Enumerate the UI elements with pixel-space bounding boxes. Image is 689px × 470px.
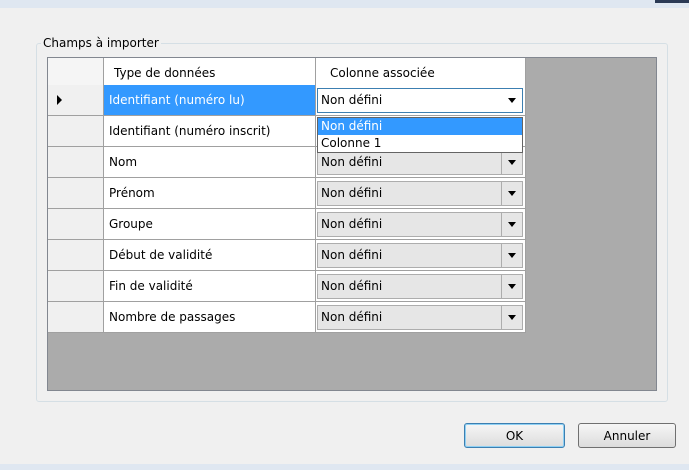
column-cell[interactable]: Non défini [316,240,526,271]
group-label: Champs à importer [43,36,159,50]
column-dropdown-list[interactable]: Non défini Colonne 1 [317,117,523,153]
combobox-value: Non défini [321,186,383,200]
chevron-down-icon [508,283,516,289]
column-cell[interactable]: Non défini [316,271,526,302]
column-combobox[interactable]: Non défini [317,273,523,299]
grid-row[interactable]: Fin de validité Non défini [48,271,526,302]
grid-row[interactable]: Début de validité Non défini [48,240,526,271]
type-cell[interactable]: Identifiant (numéro lu) [104,85,316,116]
grid-row[interactable]: Groupe Non défini [48,209,526,240]
chevron-down-icon [508,252,516,258]
combobox-button[interactable] [501,212,522,236]
row-header[interactable] [48,240,104,271]
combobox-button[interactable] [502,89,522,112]
combobox-value: Non défini [321,310,383,324]
chevron-down-icon [508,221,516,227]
column-combobox[interactable]: Non défini [317,211,523,237]
type-cell[interactable]: Groupe [104,209,316,240]
cancel-button[interactable]: Annuler [578,423,676,448]
grid-row[interactable]: Identifiant (numéro lu) Non défini [48,85,526,116]
combobox-button[interactable] [501,305,522,329]
type-cell[interactable]: Identifiant (numéro inscrit) [104,116,316,147]
column-cell[interactable]: Non défini [316,85,526,116]
chevron-down-icon [508,97,516,103]
column-cell[interactable]: Non défini [316,178,526,209]
column-combobox[interactable]: Non défini [317,304,523,330]
row-header[interactable] [48,147,104,178]
column-combobox[interactable]: Non défini [317,87,523,113]
type-cell[interactable]: Prénom [104,178,316,209]
combobox-value: Non défini [321,248,383,262]
dropdown-option[interactable]: Non défini [318,118,522,135]
column-combobox[interactable]: Non défini [317,180,523,206]
type-cell[interactable]: Nombre de passages [104,302,316,333]
window-top-edge [0,0,689,8]
window-bottom-edge [0,464,689,470]
row-header[interactable] [48,271,104,302]
combobox-button[interactable] [501,274,522,298]
type-cell[interactable]: Début de validité [104,240,316,271]
fields-grid[interactable]: Type de données Colonne associée Identif… [47,57,657,391]
combobox-value: Non défini [321,279,383,293]
column-combobox[interactable]: Non défini [317,242,523,268]
combobox-value: Non défini [321,93,383,107]
row-header[interactable] [48,302,104,333]
grid-row[interactable]: Nombre de passages Non défini [48,302,526,333]
combobox-value: Non défini [321,155,383,169]
ok-button[interactable]: OK [464,423,565,448]
current-row-arrow-icon [57,95,62,105]
combobox-button[interactable] [501,181,522,205]
chevron-down-icon [508,159,516,165]
combobox-button[interactable] [501,243,522,267]
column-cell[interactable]: Non défini [316,302,526,333]
row-header[interactable] [48,116,104,147]
combobox-value: Non défini [321,217,383,231]
row-header[interactable] [48,209,104,240]
row-header[interactable] [48,85,104,116]
window-edge-mark [655,0,689,3]
combobox-button[interactable] [501,150,522,174]
column-cell[interactable]: Non défini [316,209,526,240]
type-cell[interactable]: Fin de validité [104,271,316,302]
dropdown-option[interactable]: Colonne 1 [318,135,522,152]
row-header[interactable] [48,178,104,209]
chevron-down-icon [508,314,516,320]
type-cell[interactable]: Nom [104,147,316,178]
grid-row[interactable]: Prénom Non défini [48,178,526,209]
column-combobox[interactable]: Non défini [317,149,523,175]
chevron-down-icon [508,190,516,196]
